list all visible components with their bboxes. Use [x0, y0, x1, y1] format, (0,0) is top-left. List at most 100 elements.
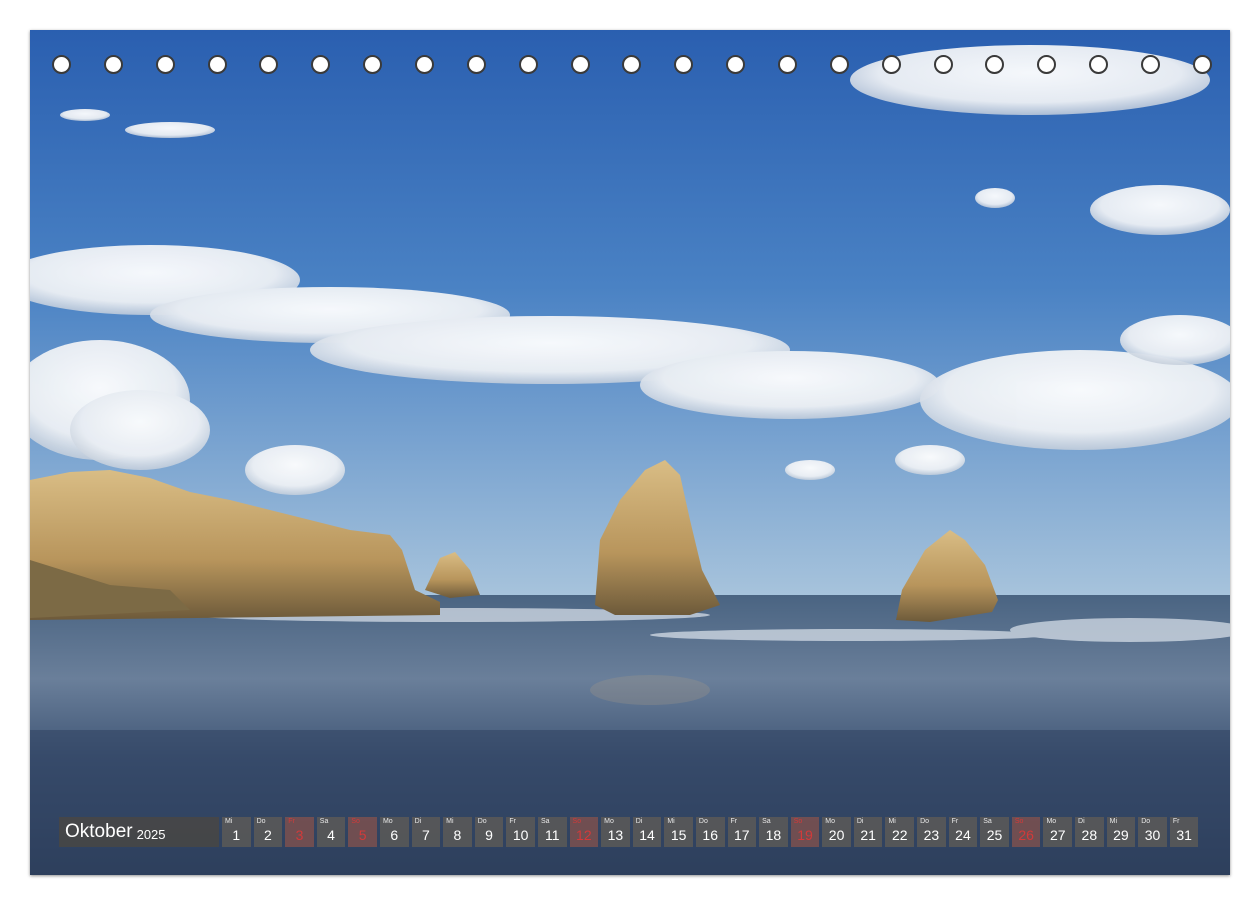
day-number: 22 — [891, 827, 908, 843]
day-number: 28 — [1081, 827, 1098, 843]
binding-hole — [933, 55, 953, 74]
day-number: 10 — [512, 827, 529, 843]
weekday-label: Mo — [382, 818, 393, 825]
weekday-label: Mi — [446, 818, 454, 825]
weekday-label: So — [793, 818, 803, 825]
binding-hole — [415, 55, 435, 74]
weekday-label: Fr — [1172, 818, 1180, 825]
weekday-label: Mi — [888, 818, 896, 825]
binding-hole — [622, 55, 642, 74]
binding-hole — [207, 55, 227, 74]
year: 2025 — [136, 826, 166, 842]
weekday-label: Do — [477, 818, 487, 825]
weekday-label: Di — [635, 818, 643, 825]
binding-hole — [1141, 55, 1161, 74]
day-cell: Do 2 — [253, 817, 283, 847]
binding-hole — [570, 55, 590, 74]
day-cell: Di 28 — [1075, 817, 1104, 847]
day-cell: Sa 4 — [316, 817, 346, 847]
day-cell: So 19 — [790, 817, 820, 847]
weekday-label: Do — [1141, 818, 1151, 825]
binding-hole — [103, 55, 123, 74]
day-cell: Mo 13 — [601, 817, 630, 847]
day-number: 9 — [485, 827, 493, 843]
day-cell: Di 7 — [411, 817, 441, 847]
calendar-strip: Oktober 2025 Mi 1 Do 2 Fr 3 Sa 4 So 5 Mo 6 Di 7 Mi 8 Do 9… — [59, 817, 1201, 847]
weekday-label: So — [351, 818, 360, 825]
month-label: Oktober 2025 — [59, 817, 219, 847]
day-number: 29 — [1113, 827, 1129, 843]
weekday-label: Do — [256, 818, 266, 825]
weekday-label: Sa — [983, 818, 992, 825]
day-number: 13 — [607, 827, 624, 843]
weekday-label: Do — [698, 818, 708, 825]
day-number: 21 — [860, 827, 876, 843]
day-cell: Do 9 — [474, 817, 504, 847]
binding-hole — [155, 55, 175, 74]
binding-hole — [1089, 55, 1109, 74]
weekday-label: Fr — [288, 818, 295, 825]
day-number: 19 — [797, 827, 813, 843]
weekday-label: Mo — [1046, 818, 1057, 825]
weekday-label: Di — [1078, 818, 1085, 825]
day-number: 2 — [263, 827, 272, 843]
weekday-label: Di — [856, 818, 864, 825]
weekday-label: Fr — [951, 818, 959, 825]
day-cell: So 5 — [348, 817, 377, 847]
day-cell: So 26 — [1011, 817, 1041, 847]
day-cell: Do 30 — [1138, 817, 1167, 847]
binding-hole — [52, 55, 71, 74]
weekday-label: Mi — [225, 818, 233, 825]
binding-hole — [674, 55, 694, 74]
binding-hole — [1192, 55, 1212, 74]
weekday-label: So — [572, 818, 582, 825]
day-cells: Mi 1 Do 2 Fr 3 Sa 4 So 5 Mo 6 Di 7 Mi 8 Do 9 Fr 10 Sa 11 So 12 M… — [222, 817, 1201, 847]
day-cell: Mi 8 — [443, 817, 472, 847]
binding-hole — [1037, 55, 1057, 74]
weekday-label: Do — [920, 818, 930, 825]
weekday-label: Mo — [825, 818, 836, 825]
day-number: 8 — [453, 827, 462, 843]
day-number: 12 — [576, 827, 592, 843]
weekday-label: Fr — [730, 818, 738, 825]
weekday-label: Mo — [604, 818, 614, 825]
day-cell: So 12 — [569, 817, 599, 847]
weekday-label: Mi — [1109, 818, 1118, 825]
day-number: 25 — [986, 827, 1003, 843]
day-number: 24 — [955, 827, 971, 843]
weekday-label: Mi — [667, 818, 675, 825]
binding-hole — [881, 55, 901, 74]
weekday-label: Fr — [509, 818, 516, 825]
day-cell: Di 14 — [632, 817, 662, 847]
day-number: 18 — [765, 827, 782, 843]
day-cell: Mi 15 — [664, 817, 693, 847]
binding-holes — [52, 55, 1212, 79]
day-cell: Do 23 — [917, 817, 946, 847]
calendar-photo: Oktober 2025 Mi 1 Do 2 Fr 3 Sa 4 So 5 Mo 6 Di 7 Mi 8 Do 9… — [30, 30, 1230, 875]
day-number: 17 — [734, 827, 750, 843]
day-number: 30 — [1144, 827, 1161, 843]
day-cell: Mi 22 — [885, 817, 915, 847]
day-cell: Fr 3 — [285, 817, 314, 847]
day-cell: Do 16 — [695, 817, 725, 847]
day-cell: Mo 27 — [1043, 817, 1073, 847]
binding-hole — [466, 55, 486, 74]
binding-hole — [311, 55, 331, 74]
day-number: 23 — [923, 827, 940, 843]
day-number: 7 — [421, 827, 430, 843]
day-number: 1 — [232, 827, 241, 843]
day-number: 5 — [358, 827, 367, 843]
binding-hole — [829, 55, 849, 74]
day-number: 20 — [828, 827, 845, 843]
binding-hole — [778, 55, 798, 74]
day-number: 3 — [295, 827, 304, 843]
binding-hole — [363, 55, 383, 74]
day-cell: Mi 29 — [1106, 817, 1136, 847]
day-cell: Fr 31 — [1169, 817, 1199, 847]
coastal-landscape-photo — [30, 30, 1230, 875]
weekday-label: Sa — [540, 818, 550, 825]
binding-hole — [259, 55, 279, 74]
day-cell: Sa 11 — [537, 817, 567, 847]
day-cell: Fr 24 — [948, 817, 978, 847]
day-cell: Mo 6 — [379, 817, 409, 847]
